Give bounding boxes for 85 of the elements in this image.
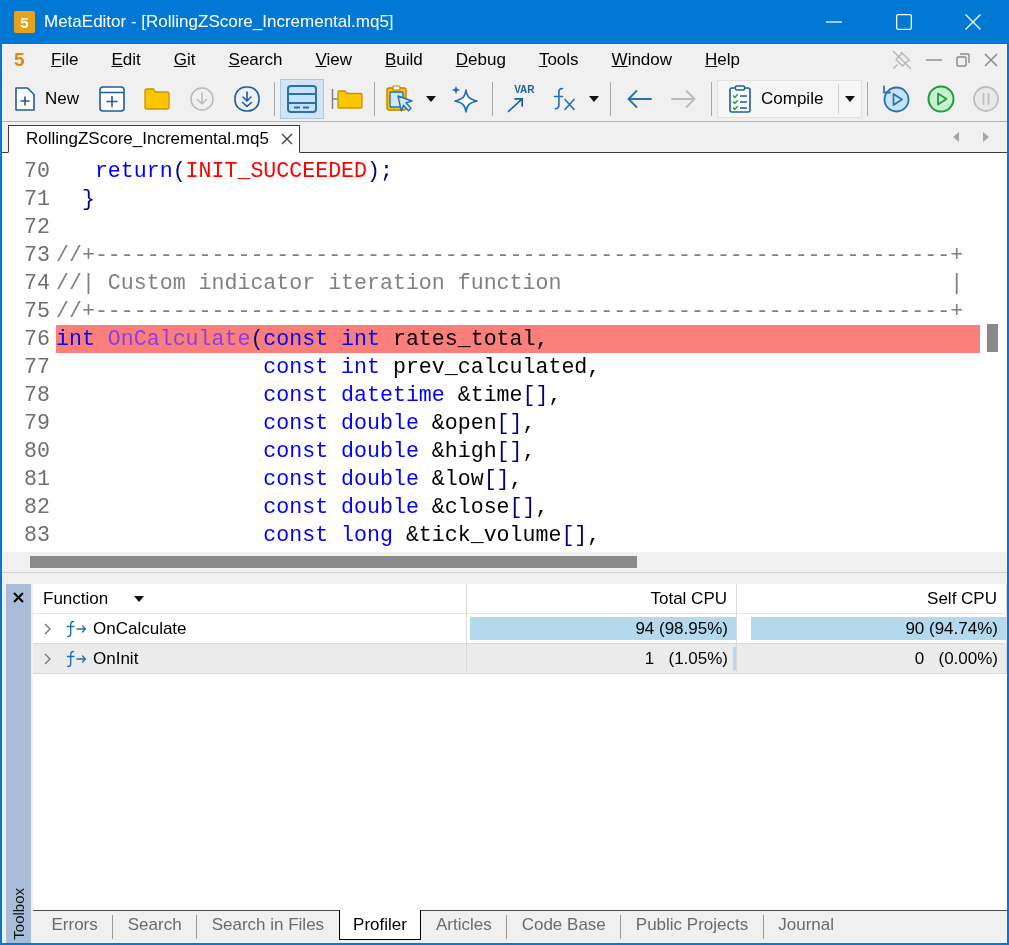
line-number: 81	[24, 466, 51, 493]
menu-item[interactable]: Tools	[522, 45, 596, 75]
layout-icon[interactable]	[287, 84, 317, 113]
line-number: 77	[24, 354, 51, 381]
caret-icon[interactable]	[426, 95, 436, 102]
layout-button[interactable]	[280, 78, 324, 119]
window-title: MetaEditor - [RollingZScore_Incremental.mq5]	[44, 12, 394, 32]
panel-tab[interactable]: Articles	[421, 911, 507, 940]
line-number: 70	[24, 158, 51, 185]
new-file-icon[interactable]	[15, 86, 35, 111]
line-number: 82	[24, 494, 51, 521]
function-icon	[65, 619, 87, 638]
close-icon[interactable]	[280, 133, 293, 145]
panel-tab[interactable]: Search in Files	[197, 911, 339, 940]
cpu-value: 0 (0.00%)	[914, 648, 998, 669]
folder-tree-icon[interactable]	[330, 87, 363, 110]
download-icon[interactable]	[233, 85, 260, 112]
panel-tab[interactable]: Errors	[37, 911, 113, 940]
line-number: 73	[24, 242, 51, 269]
menu-item[interactable]: Git	[157, 45, 213, 75]
toolbox-label: Toolbox	[10, 888, 27, 940]
line-number: 71	[24, 186, 51, 213]
cpu-value: 94 (98.95%)	[635, 618, 728, 639]
menu-item[interactable]: Help	[688, 45, 757, 75]
menu-item[interactable]: View	[298, 45, 369, 75]
code-line: int OnCalculate(const int rates_total,	[56, 326, 549, 353]
line-number: 72	[24, 214, 51, 241]
cpu-value: 90 (94.74%)	[905, 618, 998, 639]
table-row[interactable]: OnCalculate 94 (98.95%) 90 (94.74%)	[33, 614, 1007, 644]
play-icon[interactable]	[926, 84, 955, 113]
function-icon	[65, 649, 87, 668]
menu-item[interactable]: Build	[368, 45, 440, 75]
code-line: return(INIT_SUCCEEDED);	[93, 158, 393, 185]
panel-tab[interactable]: Code Base	[507, 911, 621, 940]
compile-button[interactable]: Compile	[717, 79, 862, 118]
line-number: 83	[24, 522, 51, 549]
function-name: OnInit	[93, 648, 139, 669]
panel-tab[interactable]: Public Projects	[621, 911, 763, 940]
restore-icon[interactable]	[956, 53, 970, 67]
code-line: const int prev_calculated,	[262, 354, 601, 381]
app-logo: 5	[14, 11, 35, 33]
caret-icon[interactable]	[589, 95, 599, 102]
chevron-right-icon[interactable]	[44, 652, 51, 665]
maximize-icon[interactable]	[896, 14, 912, 30]
menu-item[interactable]: Window	[595, 45, 689, 75]
checklist-icon[interactable]	[729, 84, 751, 113]
line-number: 76	[24, 326, 51, 353]
code-line: //+------------------------------------------------------------------+	[56, 298, 964, 325]
panel-tab[interactable]: Journal	[763, 911, 849, 940]
menu-item[interactable]: Search	[212, 45, 299, 75]
table-row[interactable]: OnInit 1 (1.05%) 0 (0.00%)	[33, 644, 1007, 674]
debug-start-icon[interactable]	[881, 84, 910, 113]
code-line: const double &low[],	[262, 466, 523, 493]
line-number: 78	[24, 382, 51, 409]
chevron-right-icon[interactable]	[44, 622, 51, 635]
document-tab[interactable]: RollingZScore_Incremental.mq5	[8, 125, 300, 153]
line-number: 80	[24, 438, 51, 465]
menu-item[interactable]: Debug	[439, 45, 523, 75]
line-number: 75	[24, 298, 51, 325]
code-line: const double &high[],	[262, 438, 536, 465]
new-window-icon[interactable]	[98, 85, 125, 112]
menu-item[interactable]: File	[34, 45, 95, 75]
cpu-value: 1 (1.05%)	[644, 648, 728, 669]
menu-item[interactable]: Edit	[95, 45, 158, 75]
code-line: const long &tick_volume[],	[262, 522, 601, 549]
code-line: const double &open[],	[262, 410, 536, 437]
code-line: //+------------------------------------------------------------------+	[56, 242, 964, 269]
code-line: //| Custom indicator iteration function |	[56, 270, 964, 297]
code-line: const datetime &time[],	[262, 382, 562, 409]
caret-icon[interactable]	[845, 95, 855, 102]
caret-icon[interactable]	[134, 595, 145, 602]
code-line: }	[80, 186, 95, 213]
panel-tab[interactable]: Search	[113, 911, 197, 940]
close-icon[interactable]	[13, 592, 24, 603]
back-arrow-icon[interactable]	[625, 88, 652, 109]
line-number: 74	[24, 270, 51, 297]
new-button[interactable]: New	[8, 78, 89, 119]
scrollbar-thumb[interactable]	[30, 556, 637, 568]
panel-tab[interactable]: Profiler	[338, 910, 422, 940]
line-number: 79	[24, 410, 51, 437]
sparkle-icon[interactable]	[450, 84, 479, 113]
code-line: const double &close[],	[262, 494, 549, 521]
clipboard-cursor-icon[interactable]	[386, 84, 414, 113]
function-name: OnCalculate	[93, 618, 187, 639]
scrollbar-thumb[interactable]	[987, 324, 998, 352]
